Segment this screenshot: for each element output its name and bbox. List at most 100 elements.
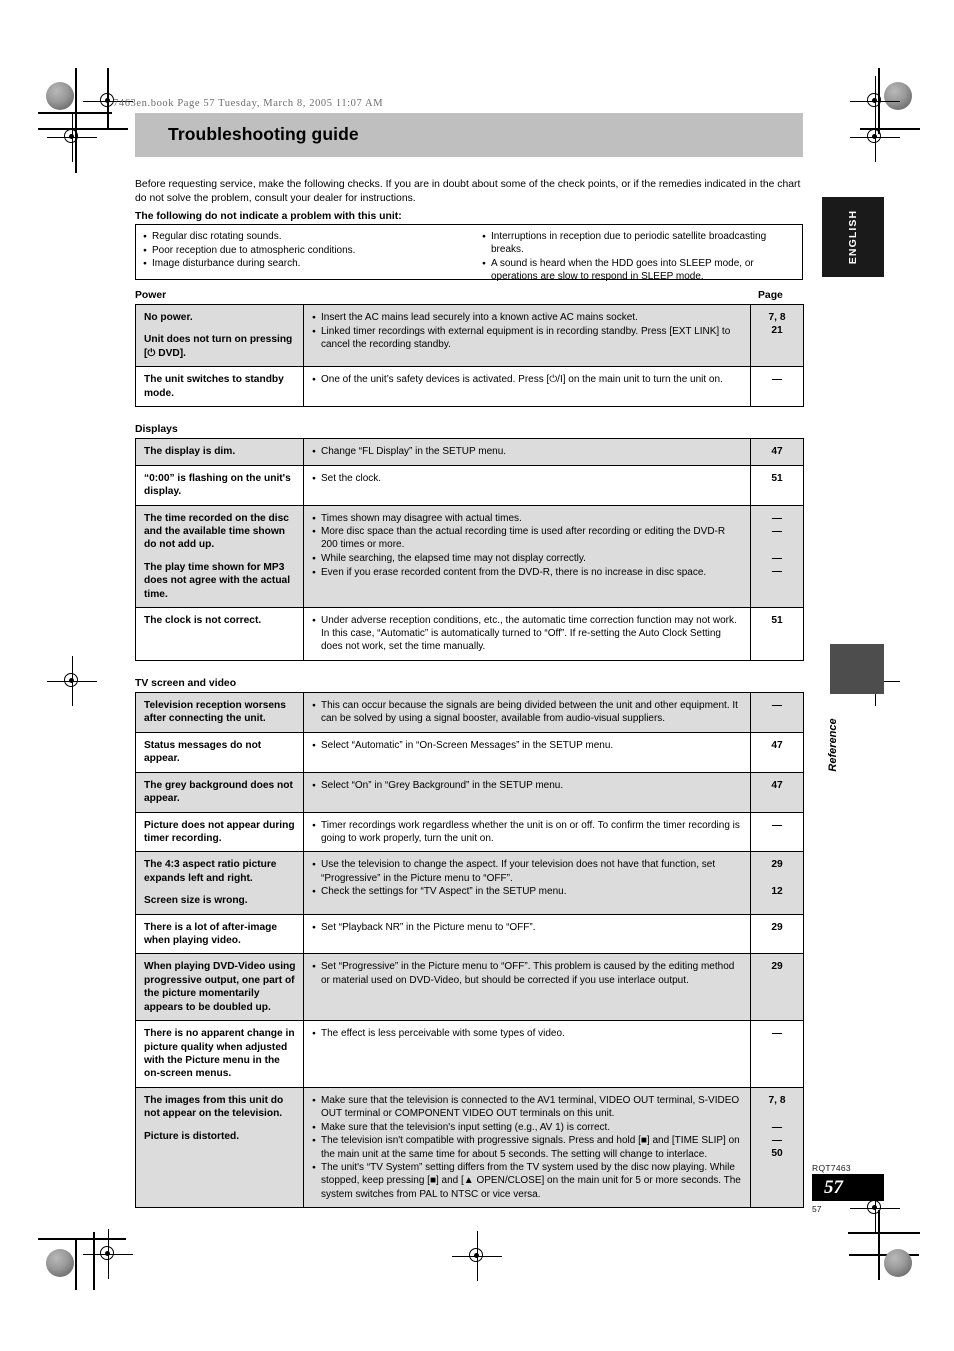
page-reference: 29 — [771, 961, 783, 973]
page-reference: — — [771, 552, 783, 564]
page-reference: — — [771, 819, 783, 831]
remedy-cell: Timer recordings work regardless whether… — [303, 811, 751, 853]
thumb-tab-reference — [830, 644, 884, 694]
remedy-item: While searching, the elapsed time may no… — [312, 552, 743, 565]
symptom-text: Picture does not appear during timer rec… — [144, 819, 295, 844]
remedy-cell: Make sure that the television is connect… — [303, 1086, 751, 1209]
registration-mark — [47, 656, 97, 706]
page-title-bar: Troubleshooting guide — [135, 113, 803, 157]
page-reference — [753, 1107, 801, 1120]
symptom-text: The 4:3 aspect ratio picture expands lef… — [144, 859, 277, 884]
symptom-text: “0:00” is flashing on the unit's display… — [144, 472, 291, 498]
symptom-text: There is a lot of after-image when playi… — [144, 921, 278, 947]
table-row: The unit switches to standby mode. One of… — [135, 366, 804, 408]
page-reference-cell: 29 — [750, 913, 804, 955]
table-row: When playing DVD-Video using progressive… — [135, 953, 804, 1022]
symptom-cell: The 4:3 aspect ratio picture expands lef… — [135, 851, 304, 915]
remedy-item: Set “Progressive” in the Picture menu to… — [312, 960, 743, 986]
thumb-tab-reference-label: Reference — [827, 718, 839, 772]
remedy-item: Insert the AC mains lead securely into a… — [312, 311, 743, 324]
symptom-cell: The images from this unit do not appear … — [135, 1086, 304, 1209]
table-row: Television reception worsens after conne… — [135, 692, 804, 733]
symptom-cell: The clock is not correct. — [135, 606, 304, 662]
remedy-cell: Insert the AC mains lead securely into a… — [303, 303, 751, 368]
remedy-cell: Select “Automatic” in “On-Screen Message… — [303, 731, 751, 773]
intro-paragraph: Before requesting service, make the foll… — [135, 179, 801, 205]
symptom-text: There is no apparent change in picture q… — [144, 1028, 295, 1080]
symptom-cell: The unit switches to standby mode. — [135, 366, 304, 408]
remedy-cell: Use the television to change the aspect.… — [303, 851, 751, 915]
page-reference: — — [771, 700, 783, 711]
page-reference: — — [771, 1028, 783, 1040]
remedy-cell: Change “FL Display” in the SETUP menu. — [303, 438, 751, 466]
remedy-item: Set the clock. — [312, 472, 743, 485]
troubleshooting-table: Television reception worsens after conne… — [135, 692, 804, 1209]
registration-color-patch — [46, 82, 74, 110]
page-reference: 47 — [771, 739, 783, 751]
remedy-item: Even if you erase recorded content from … — [312, 566, 743, 579]
remedy-item: Change “FL Display” in the SETUP menu. — [312, 445, 743, 458]
page-reference: 51 — [771, 614, 783, 626]
troubleshooting-table: The display is dim. Change “FL Display” i… — [135, 438, 804, 662]
remedy-item: Select “Automatic” in “On-Screen Message… — [312, 739, 743, 752]
symptom-cell: “0:00” is flashing on the unit's display… — [135, 464, 304, 506]
page-reference: 7, 8 — [768, 312, 786, 323]
remedy-item: One of the unit’s safety devices is acti… — [312, 373, 743, 386]
page-reference: 47 — [771, 779, 783, 791]
remedy-cell: Select “On” in “Grey Background” in the … — [303, 771, 751, 813]
symptom-text: The play time shown for MP3 does not agr… — [144, 561, 291, 600]
remedy-item: Use the television to change the aspect.… — [312, 858, 743, 884]
page-reference-cell: 47 — [750, 731, 804, 773]
page-reference — [753, 538, 801, 551]
symptom-cell: The display is dim. — [135, 438, 304, 466]
page-reference: 29 — [771, 859, 783, 871]
symptom-cell: Television reception worsens after conne… — [135, 692, 304, 733]
not-a-problem-left-column: Regular disc rotating sounds.Poor recept… — [136, 225, 475, 279]
registration-color-patch — [46, 1249, 74, 1277]
page-reference-cell: — — [750, 692, 804, 733]
remedy-cell: Under adverse reception conditions, etc.… — [303, 606, 751, 662]
remedy-cell: Set “Playback NR” in the Picture menu to… — [303, 913, 751, 955]
symptom-text: No power. — [144, 312, 193, 323]
remedy-item: The unit's “TV System” setting differs f… — [312, 1161, 743, 1201]
page-reference: — — [771, 512, 783, 524]
bullet-item: A sound is heard when the HDD goes into … — [482, 257, 798, 283]
table-row: There is no apparent change in picture q… — [135, 1020, 804, 1088]
remedy-item: Check the settings for “TV Aspect” in th… — [312, 885, 743, 898]
page-reference: 7, 8 — [768, 1094, 786, 1106]
thumb-tab-english-label: ENGLISH — [847, 209, 859, 265]
remedy-item: Make sure that the television is connect… — [312, 1094, 743, 1120]
symptom-text: Screen size is wrong. — [144, 895, 248, 907]
remedy-cell: Set “Progressive” in the Picture menu to… — [303, 953, 751, 1022]
symptom-text: The display is dim. — [144, 446, 236, 457]
crop-mark-line — [75, 68, 77, 173]
symptom-cell: When playing DVD-Video using progressive… — [135, 953, 304, 1022]
table-row: Picture does not appear during timer rec… — [135, 811, 804, 853]
not-a-problem-right-column: Interruptions in reception due to period… — [475, 225, 802, 282]
troubleshooting-table: No power. Unit does not turn on pressing … — [135, 303, 804, 408]
table-row: No power. Unit does not turn on pressing … — [135, 303, 804, 368]
page-column-heading: Page — [758, 290, 783, 301]
table-row: There is a lot of after-image when playi… — [135, 913, 804, 955]
symptom-text: Unit does not turn on pressing [⏻ DVD]. — [144, 334, 293, 359]
page-reference: — — [771, 374, 783, 386]
page-reference-cell: 51 — [750, 606, 804, 662]
table-row: The images from this unit do not appear … — [135, 1086, 804, 1209]
table-row: The time recorded on the disc and the av… — [135, 504, 804, 608]
remedy-cell: This can occur because the signals are b… — [303, 692, 751, 733]
not-a-problem-subheading: The following do not indicate a problem … — [135, 211, 402, 222]
table-row: The clock is not correct. Under adverse r… — [135, 606, 804, 662]
page-reference: 21 — [771, 325, 783, 337]
registration-mark — [452, 1231, 502, 1281]
page-reference-cell: 29 — [750, 953, 804, 1022]
table-row: “0:00” is flashing on the unit's display… — [135, 464, 804, 506]
symptom-cell: There is a lot of after-image when playi… — [135, 913, 304, 955]
page-reference: — — [771, 525, 783, 537]
symptom-text: The grey background does not appear. — [144, 779, 293, 805]
symptom-cell: Picture does not appear during timer rec… — [135, 811, 304, 853]
symptom-text: When playing DVD-Video using progressive… — [144, 961, 296, 1013]
table-row: The 4:3 aspect ratio picture expands lef… — [135, 851, 804, 915]
registration-color-patch — [884, 82, 912, 110]
remedy-cell: The effect is less perceivable with some… — [303, 1020, 751, 1088]
page-reference: — — [771, 566, 783, 578]
